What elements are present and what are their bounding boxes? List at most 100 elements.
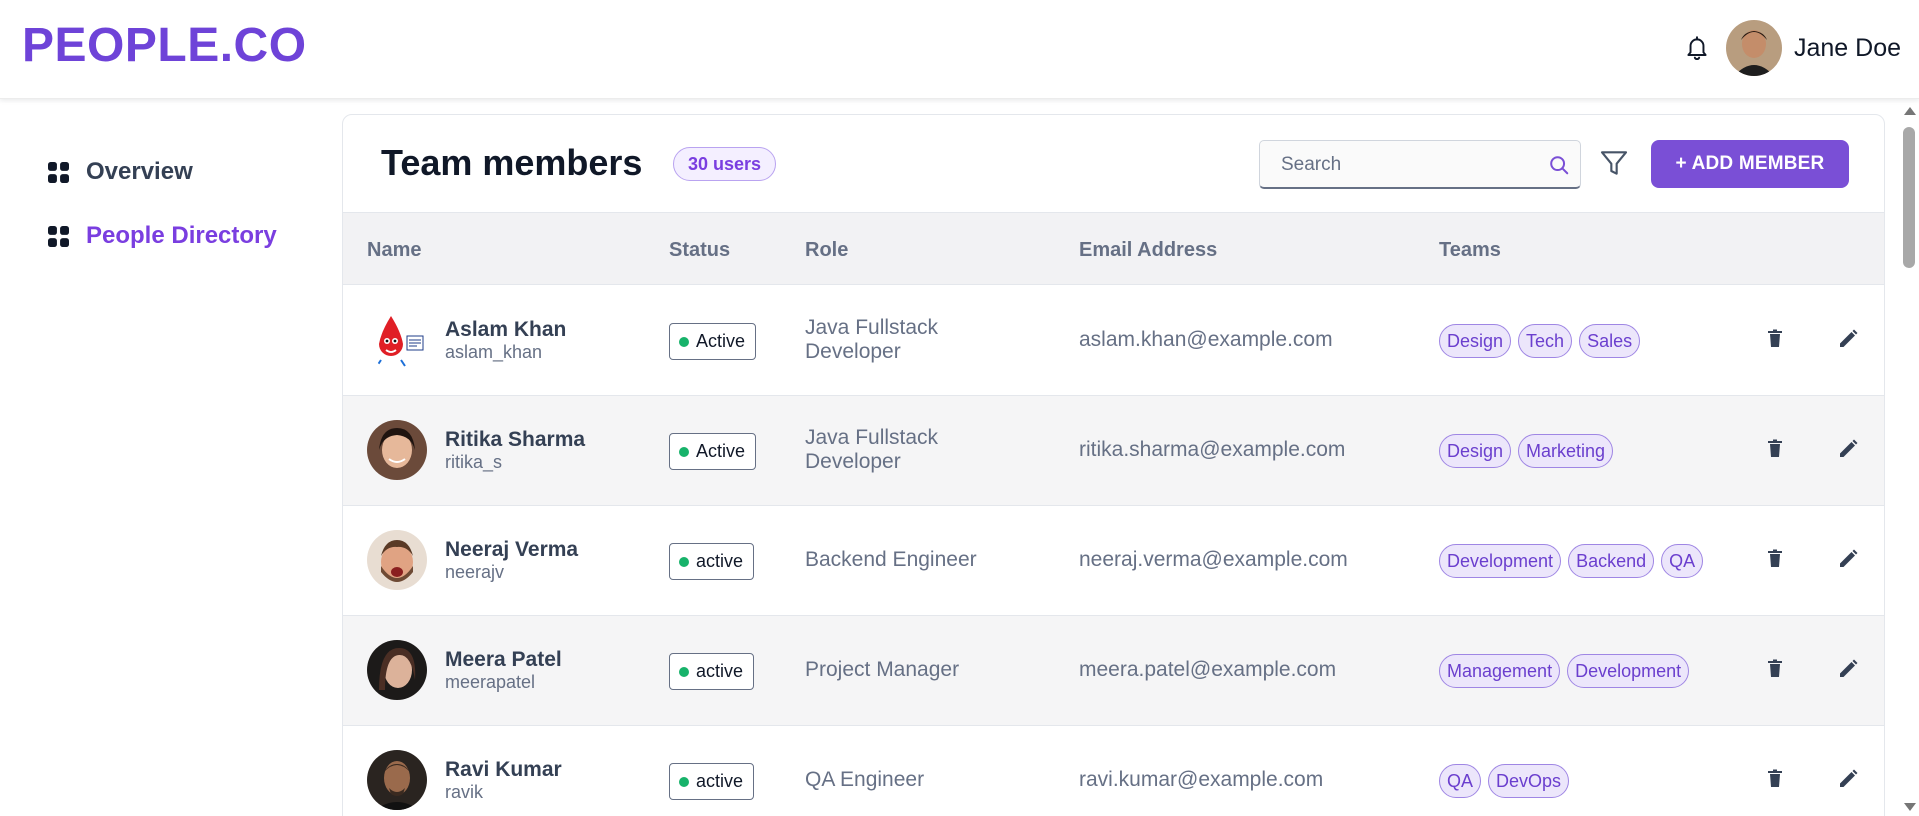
team-tags: Design Tech Sales [1439,324,1647,358]
pencil-icon[interactable] [1836,547,1860,571]
role-line: Java Fullstack [805,316,939,339]
member-username: ritika_s [445,452,503,472]
page-title: Team members [381,142,643,183]
member-email: meera.patel@example.com [1079,658,1337,681]
member-name: Ravi Kumar [445,758,562,781]
scroll-up-arrow[interactable] [1904,107,1916,115]
team-tag: Development [1439,544,1562,578]
member-role: Backend Engineer [805,548,1005,572]
trash-icon[interactable] [1763,657,1787,681]
user-count-badge: 30 users [673,147,777,181]
user-name[interactable]: Jane Doe [1794,34,1901,63]
avatar [367,530,427,590]
add-member-button[interactable]: + ADD MEMBER [1651,140,1849,188]
status-badge: active [669,763,755,800]
member-username: neerajv [445,562,505,582]
top-header: PEOPLE.CO Jane Doe [0,0,1919,99]
scrollbar-thumb[interactable] [1903,127,1915,268]
member-email: aslam.khan@example.com [1079,328,1333,351]
user-avatar[interactable] [1726,20,1782,76]
status-dot [679,336,689,347]
team-tag: Development [1567,654,1690,688]
member-email: ravi.kumar@example.com [1079,768,1324,791]
sidebar-item-overview[interactable]: Overview [48,156,193,188]
status-label: Active [696,331,746,351]
team-tag: Design [1439,434,1512,468]
trash-icon[interactable] [1763,767,1787,791]
team-tag: Design [1439,324,1512,358]
team-tag: QA [1661,544,1704,578]
status-dot [679,556,689,567]
team-tag: Marketing [1518,434,1614,468]
table-row[interactable]: Ritika Sharma ritika_s Active Java Fulls… [343,396,1884,506]
table-header: Name Status Role Email Address Teams [343,212,1884,285]
team-tags: QA DevOps [1439,764,1576,798]
role-line: QA Engineer [805,768,925,791]
status-dot [679,446,689,457]
member-name: Meera Patel [445,648,562,671]
pencil-icon[interactable] [1836,767,1860,791]
role-line: Developer [805,450,901,473]
bell-icon[interactable] [1684,34,1710,62]
member-name: Aslam Khan [445,318,567,341]
trash-icon[interactable] [1763,547,1787,571]
status-label: active [696,551,744,571]
member-name: Neeraj Verma [445,538,579,561]
avatar [367,420,427,480]
search-input[interactable] [1260,141,1540,188]
team-tag: Backend [1568,544,1655,578]
role-line: Project Manager [805,658,960,681]
pencil-icon[interactable] [1836,437,1860,461]
team-tag: Management [1439,654,1561,688]
status-badge: Active [669,433,757,470]
status-badge: active [669,653,755,690]
column-header-teams[interactable]: Teams [1439,239,1501,262]
sidebar-item-label: Overview [86,158,193,185]
role-line: Java Fullstack [805,426,939,449]
team-tag: Sales [1579,324,1641,358]
table-row[interactable]: Meera Patel meerapatel active Project Ma… [343,616,1884,726]
table-row[interactable]: Aslam Khan aslam_khan Active Java Fullst… [343,286,1884,396]
sidebar [0,100,320,816]
member-role: Java Fullstack Developer [805,426,1005,474]
search-box[interactable] [1259,140,1581,189]
status-label: active [696,771,744,791]
team-members-card: Team members 30 users + ADD MEMBER Name … [342,114,1885,816]
pencil-icon[interactable] [1836,657,1860,681]
pencil-icon[interactable] [1836,327,1860,351]
sidebar-item-people-directory[interactable]: People Directory [48,220,277,252]
app-logo[interactable]: PEOPLE.CO [22,18,307,73]
search-icon[interactable] [1548,154,1570,176]
member-username: meerapatel [445,672,536,692]
grid-icon [48,161,69,183]
column-header-name[interactable]: Name [367,239,421,262]
member-email: neeraj.verma@example.com [1079,548,1348,571]
role-line: Backend Engineer [805,548,977,571]
column-header-email[interactable]: Email Address [1079,239,1217,262]
table-row[interactable]: Ravi Kumar ravik active QA Engineer ravi… [343,726,1884,816]
filter-icon[interactable] [1598,147,1630,179]
trash-icon[interactable] [1763,327,1787,351]
page-scrollbar[interactable] [1900,103,1919,816]
avatar [367,310,427,370]
column-header-status[interactable]: Status [669,239,730,262]
status-label: Active [696,441,746,461]
team-tag: DevOps [1488,764,1570,798]
avatar [367,640,427,700]
column-header-role[interactable]: Role [805,239,848,262]
member-email: ritika.sharma@example.com [1079,438,1346,461]
member-role: Project Manager [805,658,1005,682]
table-row[interactable]: Neeraj Verma neerajv active Backend Engi… [343,506,1884,616]
trash-icon[interactable] [1763,437,1787,461]
scroll-down-arrow[interactable] [1904,803,1916,811]
member-role: Java Fullstack Developer [805,316,1005,364]
member-username: aslam_khan [445,342,543,362]
avatar [367,750,427,810]
status-dot [679,776,689,787]
status-label: active [696,661,744,681]
role-line: Developer [805,340,901,363]
team-tags: Development Backend QA [1439,544,1710,578]
team-tag: QA [1439,764,1482,798]
status-dot [679,666,689,677]
member-username: ravik [445,782,484,802]
